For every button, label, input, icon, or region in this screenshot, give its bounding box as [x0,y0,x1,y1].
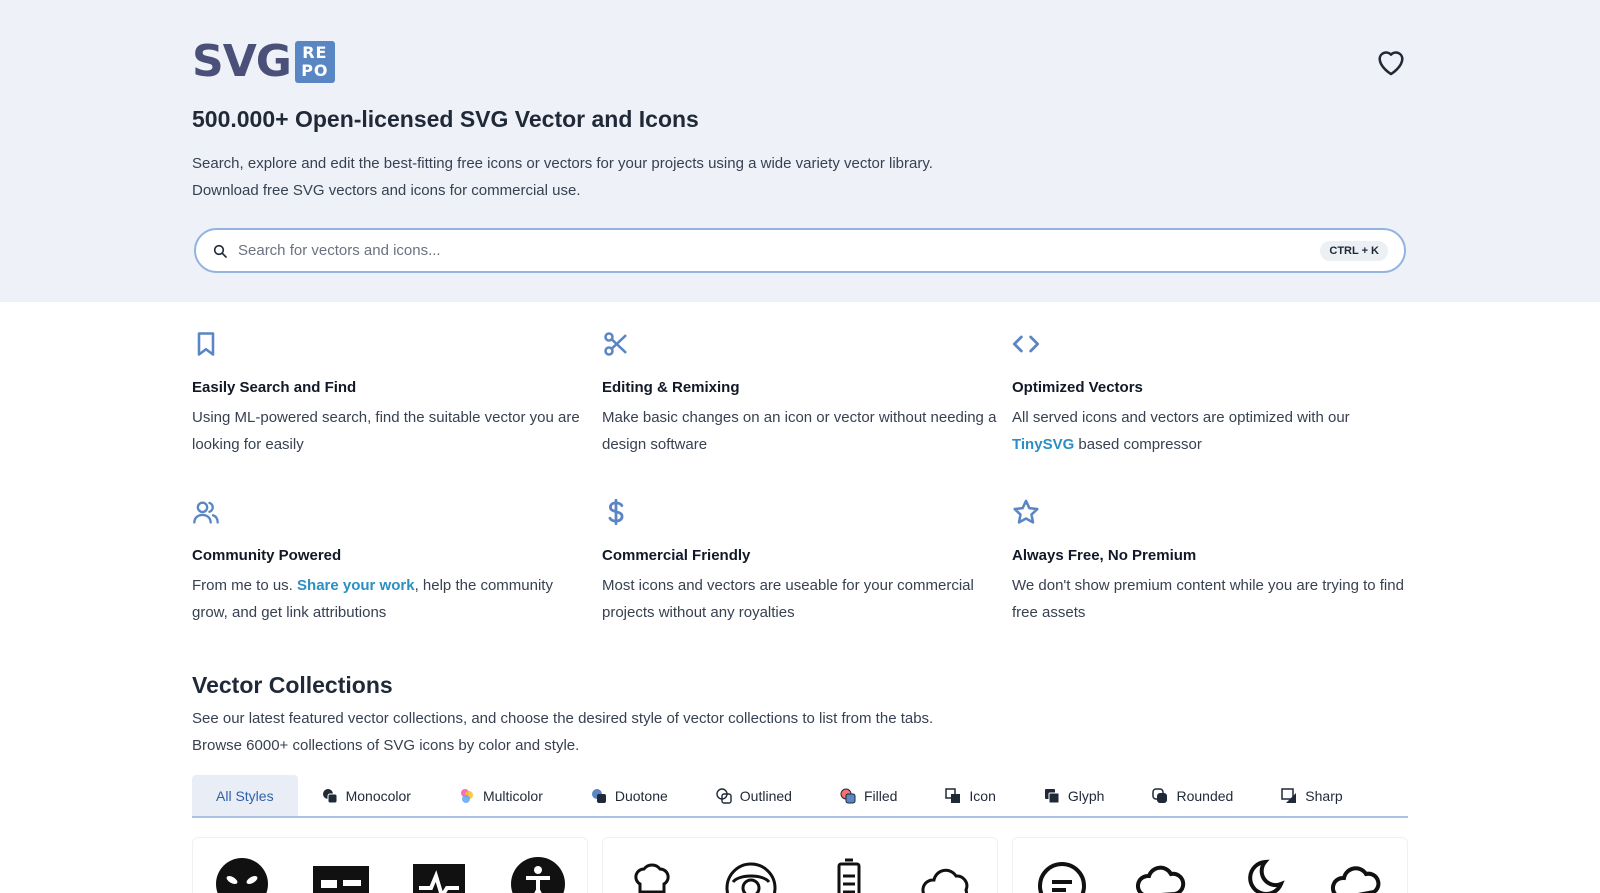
bookmark-icon [197,332,215,356]
collection-card[interactable] [192,837,588,893]
id-card-icon [312,866,369,893]
alien-icon [216,858,269,893]
search-input[interactable] [238,242,1321,259]
tab-label: Filled [863,787,898,804]
tab-label: Duotone [614,787,668,804]
search-bar[interactable]: CTRL + K [194,228,1406,273]
tab-rounded[interactable]: Rounded [1128,775,1257,816]
star-icon [1013,499,1039,524]
rounded-icon [1152,787,1168,803]
feature-text: We don't show premium content while you … [1012,577,1404,621]
feature-text-part: based compressor [1074,436,1202,453]
logo-badge-bottom: PO [301,61,329,80]
page-title: 500.000+ Open-licensed SVG Vector and Ic… [192,106,699,132]
duotone-icon [591,788,606,803]
sharp-icon [1281,787,1297,803]
tab-label: All Styles [216,787,274,804]
logo-text: SVG [192,36,292,87]
tab-all-styles[interactable]: All Styles [192,775,298,816]
tab-multicolor[interactable]: Multicolor [435,775,567,816]
feature-text: Using ML-powered search, find the suitab… [192,409,580,453]
feature-community: Community Powered From me to us. Share y… [192,498,602,634]
hero-description: Search, explore and edit the best-fittin… [192,150,933,204]
collection-card[interactable] [1012,837,1408,893]
tab-label: Rounded [1176,787,1234,804]
heart-icon [1378,51,1404,76]
chef-hat-icon [634,863,670,893]
feature-text: Make basic changes on an icon or vector … [602,409,997,453]
tab-filled[interactable]: Filled [816,775,921,816]
favorites-button[interactable] [1374,45,1408,79]
cloud-rain-icon [1330,866,1381,893]
chat-icon [1038,862,1087,893]
outlined-icon [716,787,732,804]
feature-commercial: Commercial Friendly Most icons and vecto… [602,498,1012,634]
feature-editing: Editing & Remixing Make basic changes on… [602,330,1012,466]
battery-icon [837,858,861,893]
scissors-icon [604,332,627,356]
moon-cloud-icon [1248,859,1285,893]
feature-title: Always Free, No Premium [1012,547,1197,564]
accessibility-icon [510,857,565,893]
feature-title: Optimized Vectors [1012,379,1143,396]
glyph-icon [1044,788,1060,803]
feature-free: Always Free, No Premium We don't show pr… [1012,498,1408,634]
svgrepo-logo[interactable]: SVG RE PO [192,40,335,84]
feature-text-part: All served icons and vectors are optimiz… [1012,409,1350,426]
hero-section: SVG RE PO 500.000+ Open-licensed SVG Vec… [0,0,1600,302]
tab-duotone[interactable]: Duotone [567,775,692,816]
tab-monocolor[interactable]: Monocolor [298,775,435,816]
tab-label: Sharp [1305,787,1343,804]
hero-desc-line2: Download free SVG vectors and icons for … [192,182,581,199]
logo-badge: RE PO [294,41,335,83]
collections-desc-line1: See our latest featured vector collectio… [192,710,934,727]
collections-title: Vector Collections [192,672,393,698]
collection-card[interactable] [602,837,998,893]
collections-preview [192,837,1408,893]
feature-title: Community Powered [192,547,342,564]
tab-label: Outlined [739,787,792,804]
dollar-icon [608,498,624,526]
feature-text: All served icons and vectors are optimiz… [1012,404,1407,458]
heartbeat-icon [413,864,466,893]
feature-text: Most icons and vectors are useable for y… [602,577,974,621]
users-icon [193,501,219,524]
tab-label: Glyph [1067,787,1105,804]
cloud-icon [921,868,969,893]
logo-badge-top: RE [302,43,328,62]
features-grid: Easily Search and Find Using ML-powered … [192,330,1408,634]
feature-title: Editing & Remixing [602,379,740,396]
collections-desc-line2: Browse 6000+ collections of SVG icons by… [192,737,580,754]
hero-desc-line1: Search, explore and edit the best-fittin… [192,155,933,172]
monocolor-icon [322,788,338,803]
shortcut-badge: CTRL + K [1320,240,1388,261]
cloud-fog-icon [1135,865,1185,893]
feature-search: Easily Search and Find Using ML-powered … [192,330,602,466]
tab-sharp[interactable]: Sharp [1257,775,1366,816]
feature-text: From me to us. Share your work, help the… [192,572,587,626]
multicolor-icon [460,788,473,803]
style-tabs: All Styles Monocolor Multicolor Duotone … [192,775,1408,818]
search-icon [213,244,227,258]
tab-glyph[interactable]: Glyph [1020,775,1129,816]
donut-icon [725,862,777,893]
feature-optimized: Optimized Vectors All served icons and v… [1012,330,1408,466]
tab-outlined[interactable]: Outlined [692,775,816,816]
tab-label: Multicolor [482,787,543,804]
code-icon [1012,335,1040,353]
collections-description: See our latest featured vector collectio… [192,705,933,759]
icon-style-icon [945,787,961,803]
filled-icon [840,788,856,803]
feature-title: Commercial Friendly [602,547,751,564]
feature-title: Easily Search and Find [192,379,357,396]
feature-text-part: From me to us. [192,577,298,594]
share-work-link[interactable]: Share your work [297,577,415,594]
tab-icon[interactable]: Icon [921,775,1019,816]
tab-label: Monocolor [345,787,411,804]
tinysvg-link[interactable]: TinySVG [1012,436,1074,453]
tab-label: Icon [969,787,996,804]
